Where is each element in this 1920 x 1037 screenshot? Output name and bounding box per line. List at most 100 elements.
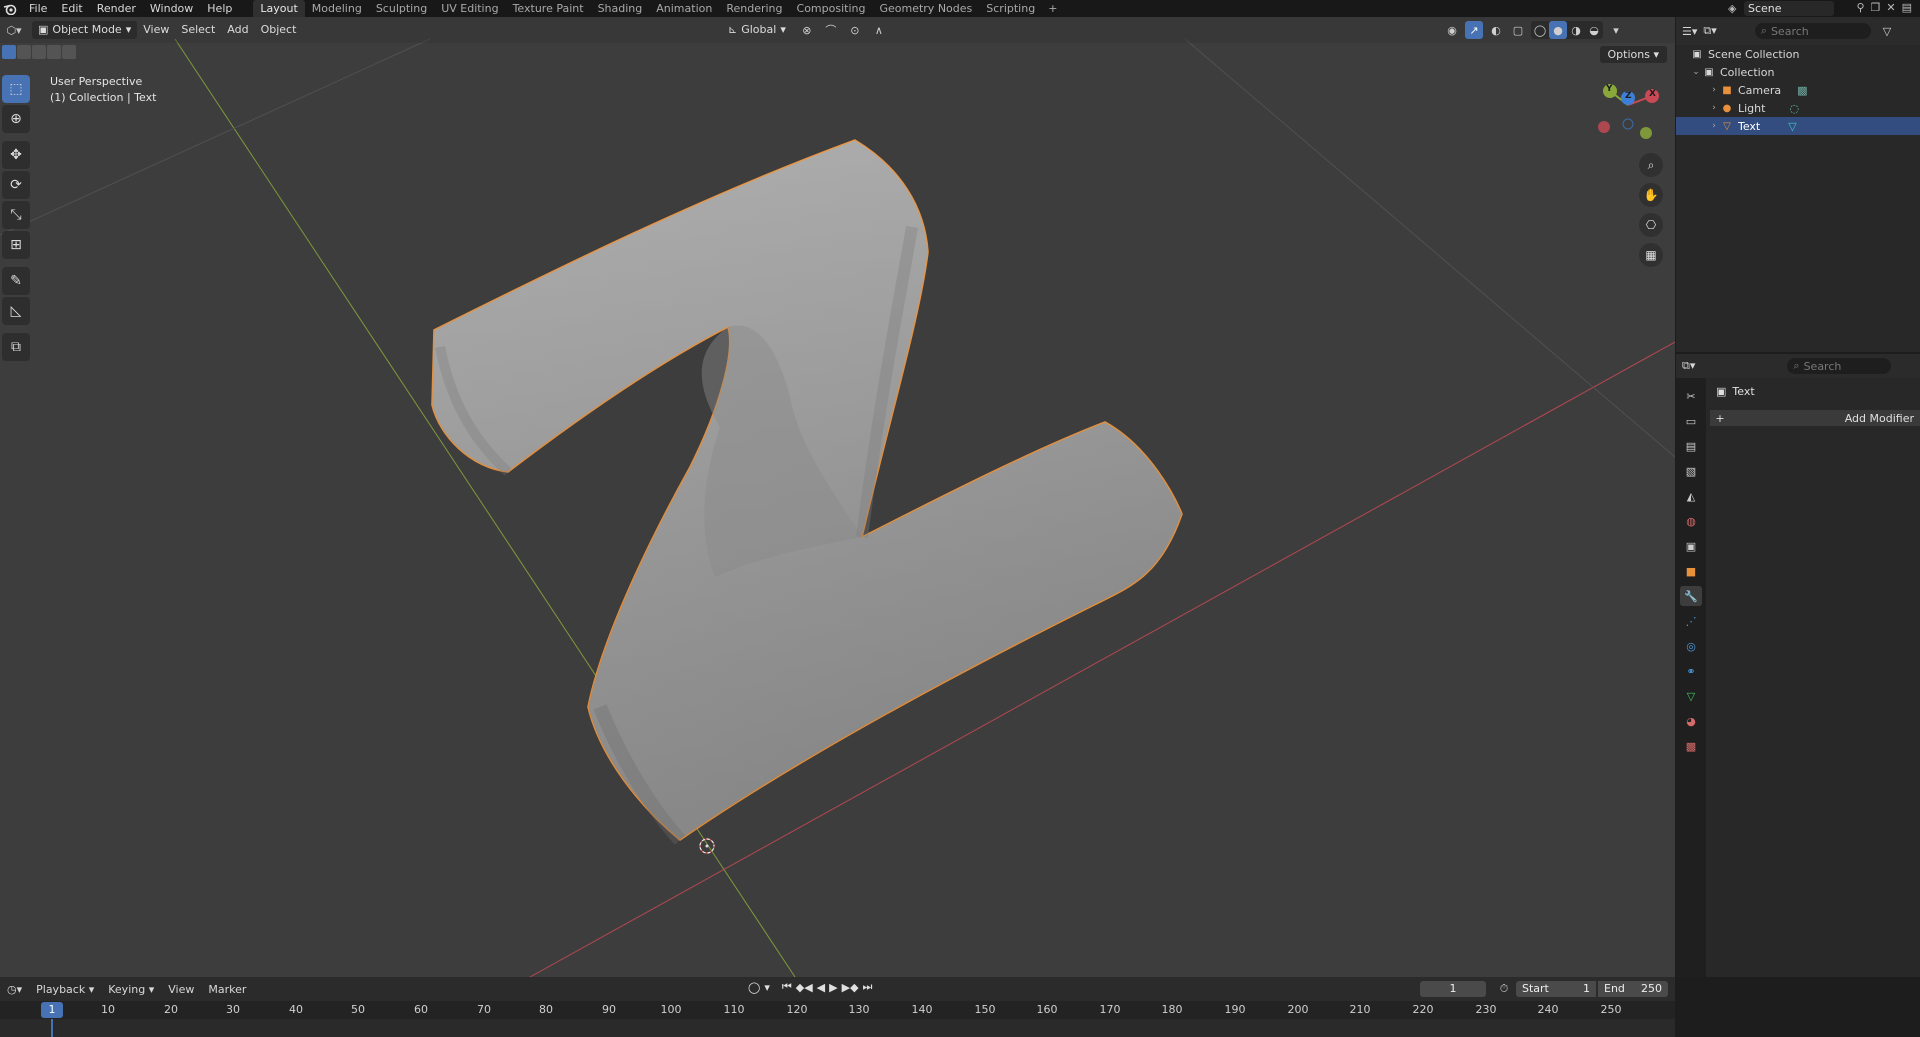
stopwatch-icon[interactable]: ⏱ bbox=[1496, 981, 1512, 997]
solid-shading-icon[interactable]: ● bbox=[1549, 21, 1567, 39]
properties-editor-icon[interactable]: ⧉▾ bbox=[1682, 359, 1695, 373]
constraints-tab-icon[interactable]: ⚭ bbox=[1680, 661, 1702, 681]
blender-logo-icon[interactable] bbox=[2, 2, 18, 16]
outliner-item-light[interactable]: › ● Light ◌ bbox=[1676, 99, 1920, 117]
texture-tab-icon[interactable]: ▩ bbox=[1680, 736, 1702, 756]
world-tab-icon[interactable]: ◍ bbox=[1680, 511, 1702, 531]
menu-select[interactable]: Select bbox=[175, 21, 221, 39]
playback-dropdown[interactable]: Playback ▾ bbox=[29, 983, 101, 996]
falloff-icon[interactable]: ∧ bbox=[870, 21, 888, 39]
camera-data-icon[interactable]: ▩ bbox=[1797, 84, 1807, 97]
pivot-icon[interactable]: ⊗ bbox=[798, 21, 816, 39]
add-cube-icon[interactable]: ⧉ bbox=[2, 333, 30, 361]
end-frame-field[interactable]: End 250 bbox=[1598, 981, 1668, 997]
material-tab-icon[interactable]: ◕ bbox=[1680, 711, 1702, 731]
menu-file[interactable]: File bbox=[22, 0, 54, 17]
select-subtract-icon[interactable] bbox=[32, 45, 46, 59]
outliner-item-camera[interactable]: › ■ Camera ▩ bbox=[1676, 81, 1920, 99]
chevron-down-icon[interactable]: ⌄ bbox=[1690, 67, 1702, 77]
annotate-icon[interactable]: ✎ bbox=[2, 267, 30, 295]
current-frame-indicator[interactable]: 1 bbox=[41, 1002, 63, 1018]
cursor-icon[interactable]: ⊕ bbox=[2, 105, 30, 133]
3d-viewport[interactable]: Y X Z ⬡▾ ▣ Object Mode ▾ View Select Add… bbox=[0, 17, 1675, 977]
pan-hand-icon[interactable]: ✋ bbox=[1639, 183, 1663, 207]
outliner-search-input[interactable]: ⌕ Search bbox=[1754, 23, 1871, 39]
output-tab-icon[interactable]: ▤ bbox=[1680, 436, 1702, 456]
tab-geometry-nodes[interactable]: Geometry Nodes bbox=[872, 0, 979, 17]
properties-search-input[interactable]: ⌕ Search bbox=[1787, 358, 1892, 374]
scene-name-field[interactable]: Scene bbox=[1744, 1, 1834, 16]
tab-scripting[interactable]: Scripting bbox=[979, 0, 1042, 17]
add-modifier-button[interactable]: + Add Modifier bbox=[1710, 410, 1920, 426]
editor-type-icon[interactable]: ⬡▾ bbox=[2, 21, 26, 39]
select-new-icon[interactable] bbox=[2, 45, 16, 59]
outliner-item-text[interactable]: › ▽ Text ▽ bbox=[1676, 117, 1920, 135]
physics-tab-icon[interactable]: ◎ bbox=[1680, 636, 1702, 656]
play-icon[interactable]: ▶ bbox=[829, 981, 837, 994]
frame-ruler[interactable]: 1 10 20 30 40 50 60 70 80 90 100 110 120… bbox=[0, 1001, 1675, 1019]
keying-dropdown[interactable]: Keying ▾ bbox=[101, 983, 161, 996]
chevron-down-icon[interactable]: ▾ bbox=[764, 981, 770, 994]
view-layer-tab-icon[interactable]: ▧ bbox=[1680, 461, 1702, 481]
chevron-right-icon[interactable]: › bbox=[1708, 103, 1720, 113]
material-shading-icon[interactable]: ◑ bbox=[1567, 21, 1585, 39]
scale-icon[interactable]: ⤡ bbox=[2, 201, 30, 229]
perspective-toggle-icon[interactable]: ▦ bbox=[1639, 243, 1663, 267]
data-tab-icon[interactable]: ▽ bbox=[1680, 686, 1702, 706]
display-mode-icon[interactable]: ⧉▾ bbox=[1703, 24, 1716, 38]
orientation-dropdown[interactable]: ⊾ Global ▾ bbox=[722, 21, 792, 39]
scene-selector-icon[interactable]: ◈ bbox=[1728, 2, 1736, 15]
view-layer-icon[interactable]: ▤ bbox=[1902, 1, 1912, 14]
select-box-icon[interactable]: ⬚ bbox=[2, 75, 30, 103]
pin-icon[interactable]: ⚲ bbox=[1856, 1, 1864, 14]
playhead-line[interactable] bbox=[51, 1019, 53, 1037]
menu-window[interactable]: Window bbox=[143, 0, 200, 17]
mesh-data-icon[interactable]: ▽ bbox=[1788, 120, 1796, 133]
tab-shading[interactable]: Shading bbox=[591, 0, 650, 17]
add-workspace-button[interactable]: + bbox=[1042, 0, 1063, 17]
gizmo-toggle-icon[interactable]: ↗ bbox=[1465, 21, 1483, 39]
3d-cursor[interactable] bbox=[699, 838, 715, 854]
marker-menu[interactable]: Marker bbox=[201, 983, 253, 996]
options-dropdown[interactable]: Options ▾ bbox=[1599, 46, 1667, 63]
tab-rendering[interactable]: Rendering bbox=[719, 0, 789, 17]
wireframe-shading-icon[interactable]: ◯ bbox=[1531, 21, 1549, 39]
timeline-track-area[interactable] bbox=[0, 1019, 1675, 1037]
select-extend-icon[interactable] bbox=[17, 45, 31, 59]
scene-tab-icon[interactable]: ◭ bbox=[1680, 486, 1702, 506]
menu-edit[interactable]: Edit bbox=[54, 0, 89, 17]
render-tab-icon[interactable]: ▭ bbox=[1680, 411, 1702, 431]
next-keyframe-icon[interactable]: ▶◆ bbox=[842, 981, 859, 994]
snap-icon[interactable]: ⌒ bbox=[822, 21, 840, 39]
play-reverse-icon[interactable]: ◀ bbox=[817, 981, 825, 994]
tab-compositing[interactable]: Compositing bbox=[790, 0, 873, 17]
rendered-shading-icon[interactable]: ◒ bbox=[1585, 21, 1603, 39]
overlay-icon[interactable]: ◐ bbox=[1487, 21, 1505, 39]
prev-keyframe-icon[interactable]: ◆◀ bbox=[796, 981, 813, 994]
chevron-right-icon[interactable]: › bbox=[1708, 121, 1720, 131]
tab-layout[interactable]: Layout bbox=[253, 0, 305, 17]
jump-start-icon[interactable]: ⏮ bbox=[782, 980, 792, 994]
visibility-icon[interactable]: ◉ bbox=[1443, 21, 1461, 39]
tab-sculpting[interactable]: Sculpting bbox=[369, 0, 434, 17]
move-icon[interactable]: ✥ bbox=[2, 141, 30, 169]
proportional-editing-icon[interactable]: ⊙ bbox=[846, 21, 864, 39]
camera-view-icon[interactable]: ⎔ bbox=[1639, 213, 1663, 237]
auto-key-icon[interactable]: ◯ bbox=[748, 981, 760, 994]
new-scene-icon[interactable]: ❐ bbox=[1871, 1, 1881, 14]
menu-render[interactable]: Render bbox=[90, 0, 143, 17]
collection-tab-icon[interactable]: ▣ bbox=[1680, 536, 1702, 556]
timeline-view-menu[interactable]: View bbox=[161, 983, 201, 996]
menu-add[interactable]: Add bbox=[221, 21, 254, 39]
select-intersect-icon[interactable] bbox=[62, 45, 76, 59]
light-data-icon[interactable]: ◌ bbox=[1789, 102, 1799, 115]
zoom-icon[interactable]: ⌕ bbox=[1639, 153, 1663, 177]
menu-object[interactable]: Object bbox=[255, 21, 303, 39]
start-frame-field[interactable]: Start 1 bbox=[1516, 981, 1596, 997]
rotate-icon[interactable]: ⟳ bbox=[2, 171, 30, 199]
filter-icon[interactable]: ▽ bbox=[1883, 25, 1891, 38]
z-text-object[interactable] bbox=[431, 139, 1183, 845]
current-frame-field[interactable]: 1 bbox=[1420, 981, 1486, 997]
menu-view[interactable]: View bbox=[137, 21, 175, 39]
tab-modeling[interactable]: Modeling bbox=[305, 0, 369, 17]
